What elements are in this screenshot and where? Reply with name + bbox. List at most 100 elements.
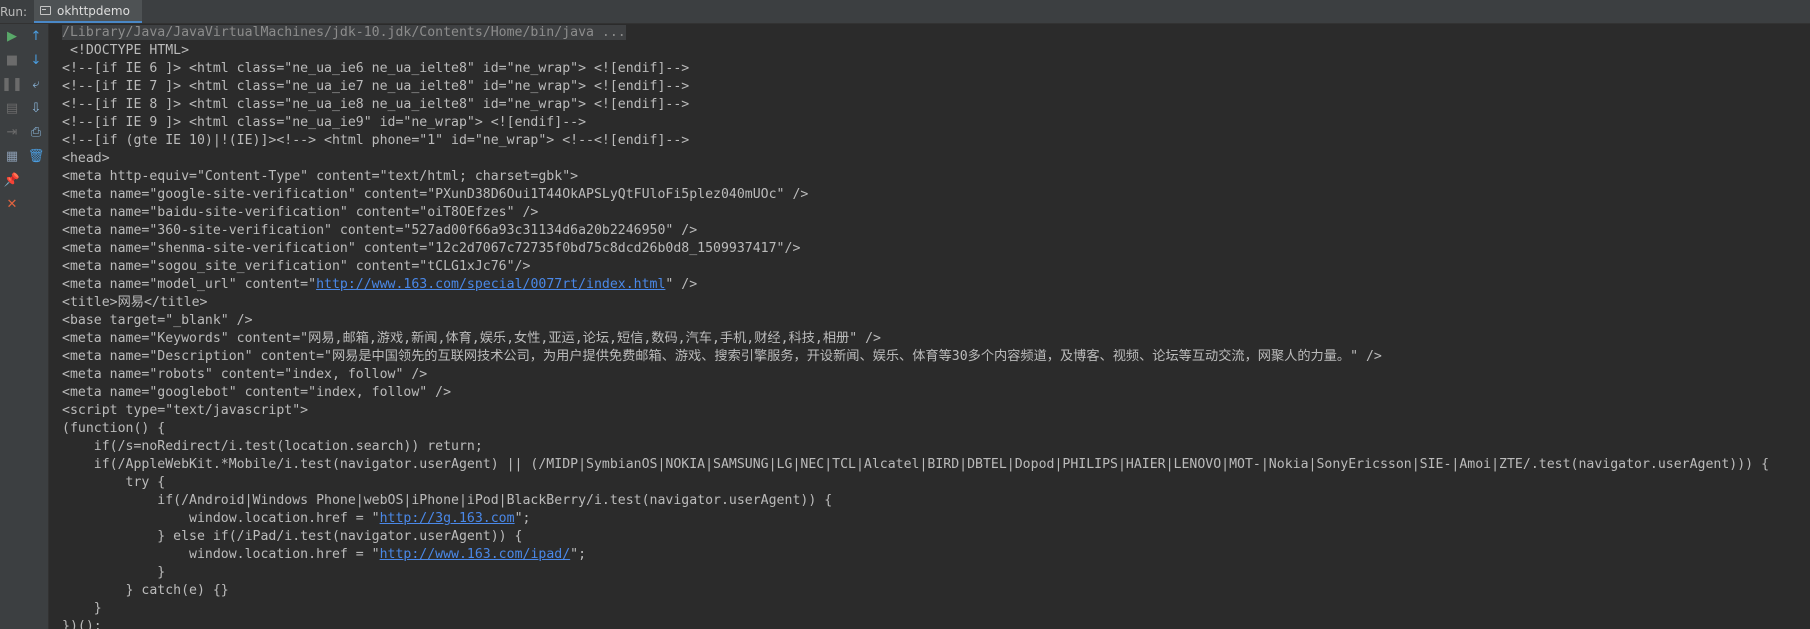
console-text: <!--[if IE 9 ]> <html class="ne_ua_ie9" … — [62, 115, 587, 130]
console-text: <title>网易</title> — [62, 295, 208, 310]
console-line: <meta name="googlebot" content="index, f… — [62, 384, 1810, 402]
console-text: <base target="_blank" /> — [62, 313, 253, 328]
console-line: <meta name="Keywords" content="网易,邮箱,游戏,… — [62, 330, 1810, 348]
console-text: "; — [514, 511, 531, 526]
down-arrow-icon: ↓ — [30, 52, 42, 68]
tab-okhttpdemo[interactable]: okhttpdemo — [34, 0, 142, 23]
up-arrow-button[interactable]: ↑ — [24, 24, 48, 48]
console-text: <!--[if (gte IE 10)|!(IE)]><!--> <html p… — [62, 133, 690, 148]
console-text: <meta name="baidu-site-verification" con… — [62, 205, 539, 220]
close-icon: ✕ — [6, 196, 18, 212]
console-line: <meta name="360-site-verification" conte… — [62, 222, 1810, 240]
console-line: <meta name="google-site-verification" co… — [62, 186, 1810, 204]
console-text: <meta name="Description" content="网易是中国领… — [62, 349, 1382, 364]
dump-threads-button[interactable]: ▤ — [0, 96, 24, 120]
console-line: } — [62, 600, 1810, 618]
console-text: } — [62, 565, 166, 580]
console-link[interactable]: http://www.163.com/special/0077rt/index.… — [316, 277, 665, 292]
print-button[interactable]: ⎙ — [24, 120, 48, 144]
console-text: <!--[if IE 8 ]> <html class="ne_ua_ie8 n… — [62, 97, 690, 112]
console-text: } catch(e) {} — [62, 583, 229, 598]
console-text: <meta name="360-site-verification" conte… — [62, 223, 698, 238]
console-line: try { — [62, 474, 1810, 492]
run-label: Run: — [0, 4, 28, 19]
console-text: <!DOCTYPE HTML> — [62, 43, 190, 58]
toolbar-left-column: ▶ ■ ❚❚ ▤ ⇥ ▦ 📌 ✕ — [0, 24, 24, 216]
console-text: <meta name="shenma-site-verification" co… — [62, 241, 801, 256]
console-text: if(/s=noRedirect/i.test(location.search)… — [62, 439, 483, 454]
console-text: } else if(/iPad/i.test(navigator.userAge… — [62, 529, 523, 544]
console-line: <!--[if IE 9 ]> <html class="ne_ua_ie9" … — [62, 114, 1810, 132]
console-line: <meta name="sogou_site_verification" con… — [62, 258, 1810, 276]
console-line: window.location.href = "http://3g.163.co… — [62, 510, 1810, 528]
console-line: <!--[if IE 8 ]> <html class="ne_ua_ie8 n… — [62, 96, 1810, 114]
console-line: <!--[if IE 7 ]> <html class="ne_ua_ie7 n… — [62, 78, 1810, 96]
toolbar-right-column: ↑ ↓ ⤶ ⇩ ⎙ 🗑 — [24, 24, 48, 168]
soft-wrap-icon: ⤶ — [32, 76, 40, 92]
console-text: (function() { — [62, 421, 166, 436]
console-text: <meta name="Keywords" content="网易,邮箱,游戏,… — [62, 331, 881, 346]
console-link[interactable]: http://3g.163.com — [380, 511, 515, 526]
console-output[interactable]: /Library/Java/JavaVirtualMachines/jdk-10… — [62, 24, 1810, 629]
console-line: <meta name="model_url" content="http://w… — [62, 276, 1810, 294]
console-text: <meta name="google-site-verification" co… — [62, 187, 809, 202]
print-icon: ⎙ — [30, 124, 42, 140]
java-command-line[interactable]: /Library/Java/JavaVirtualMachines/jdk-10… — [62, 25, 626, 40]
pin-icon: 📌 — [3, 172, 21, 188]
console-line: if(/s=noRedirect/i.test(location.search)… — [62, 438, 1810, 456]
down-arrow-button[interactable]: ↓ — [24, 48, 48, 72]
console-line: window.location.href = "http://www.163.c… — [62, 546, 1810, 564]
console-text: <!--[if IE 7 ]> <html class="ne_ua_ie7 n… — [62, 79, 690, 94]
console-line: <meta name="robots" content="index, foll… — [62, 366, 1810, 384]
console-text: <script type="text/javascript"> — [62, 403, 309, 418]
pin-button[interactable]: 📌 — [0, 168, 24, 192]
exit-button[interactable]: ⇥ — [0, 120, 24, 144]
console-line: <head> — [62, 150, 1810, 168]
stop-icon: ■ — [5, 52, 19, 68]
console-line: <meta name="shenma-site-verification" co… — [62, 240, 1810, 258]
console-line: <!--[if IE 6 ]> <html class="ne_ua_ie6 n… — [62, 60, 1810, 78]
console-text: <meta name="sogou_site_verification" con… — [62, 259, 531, 274]
soft-wrap-button[interactable]: ⤶ — [24, 72, 48, 96]
console-text: try { — [62, 475, 166, 490]
console-line: <meta name="baidu-site-verification" con… — [62, 204, 1810, 222]
run-tool-window-header: Run: okhttpdemo — [0, 0, 1810, 24]
console-text: if(/AppleWebKit.*Mobile/i.test(navigator… — [62, 457, 1770, 472]
console-line: <!--[if (gte IE 10)|!(IE)]><!--> <html p… — [62, 132, 1810, 150]
console-text: <!--[if IE 6 ]> <html class="ne_ua_ie6 n… — [62, 61, 690, 76]
console-line: <!DOCTYPE HTML> — [62, 42, 1810, 60]
console-line: (function() { — [62, 420, 1810, 438]
pause-button[interactable]: ❚❚ — [0, 72, 24, 96]
stop-button[interactable]: ■ — [0, 48, 24, 72]
console-line: if(/Android|Windows Phone|webOS|iPhone|i… — [62, 492, 1810, 510]
console-text: } — [62, 601, 102, 616]
rerun-button[interactable]: ▶ — [0, 24, 24, 48]
console-line: } — [62, 564, 1810, 582]
up-arrow-icon: ↑ — [30, 28, 42, 44]
console-line: } catch(e) {} — [62, 582, 1810, 600]
console-line: if(/AppleWebKit.*Mobile/i.test(navigator… — [62, 456, 1810, 474]
exit-icon: ⇥ — [6, 124, 18, 140]
clear-all-icon: 🗑 — [27, 148, 45, 164]
console-link[interactable]: http://www.163.com/ipad/ — [380, 547, 571, 562]
console-line: <meta name="Description" content="网易是中国领… — [62, 348, 1810, 366]
console-text: })(); — [62, 619, 102, 629]
console-text: "; — [570, 547, 587, 562]
tab-label: okhttpdemo — [57, 3, 130, 18]
console-line: /Library/Java/JavaVirtualMachines/jdk-10… — [62, 24, 1810, 42]
console-text: window.location.href = " — [62, 547, 380, 562]
console-line: <script type="text/javascript"> — [62, 402, 1810, 420]
pause-icon: ❚❚ — [1, 76, 23, 92]
console-text: <meta name="googlebot" content="index, f… — [62, 385, 452, 400]
console-text: <meta http-equiv="Content-Type" content=… — [62, 169, 579, 184]
clear-all-button[interactable]: 🗑 — [24, 144, 48, 168]
scroll-to-end-button[interactable]: ⇩ — [24, 96, 48, 120]
close-button[interactable]: ✕ — [0, 192, 24, 216]
rerun-icon: ▶ — [7, 28, 17, 44]
dump-threads-icon: ▤ — [5, 100, 19, 116]
console-line: <title>网易</title> — [62, 294, 1810, 312]
console-icon — [40, 6, 51, 15]
console-line: <meta http-equiv="Content-Type" content=… — [62, 168, 1810, 186]
restore-layout-button[interactable]: ▦ — [0, 144, 24, 168]
console-line: })(); — [62, 618, 1810, 629]
